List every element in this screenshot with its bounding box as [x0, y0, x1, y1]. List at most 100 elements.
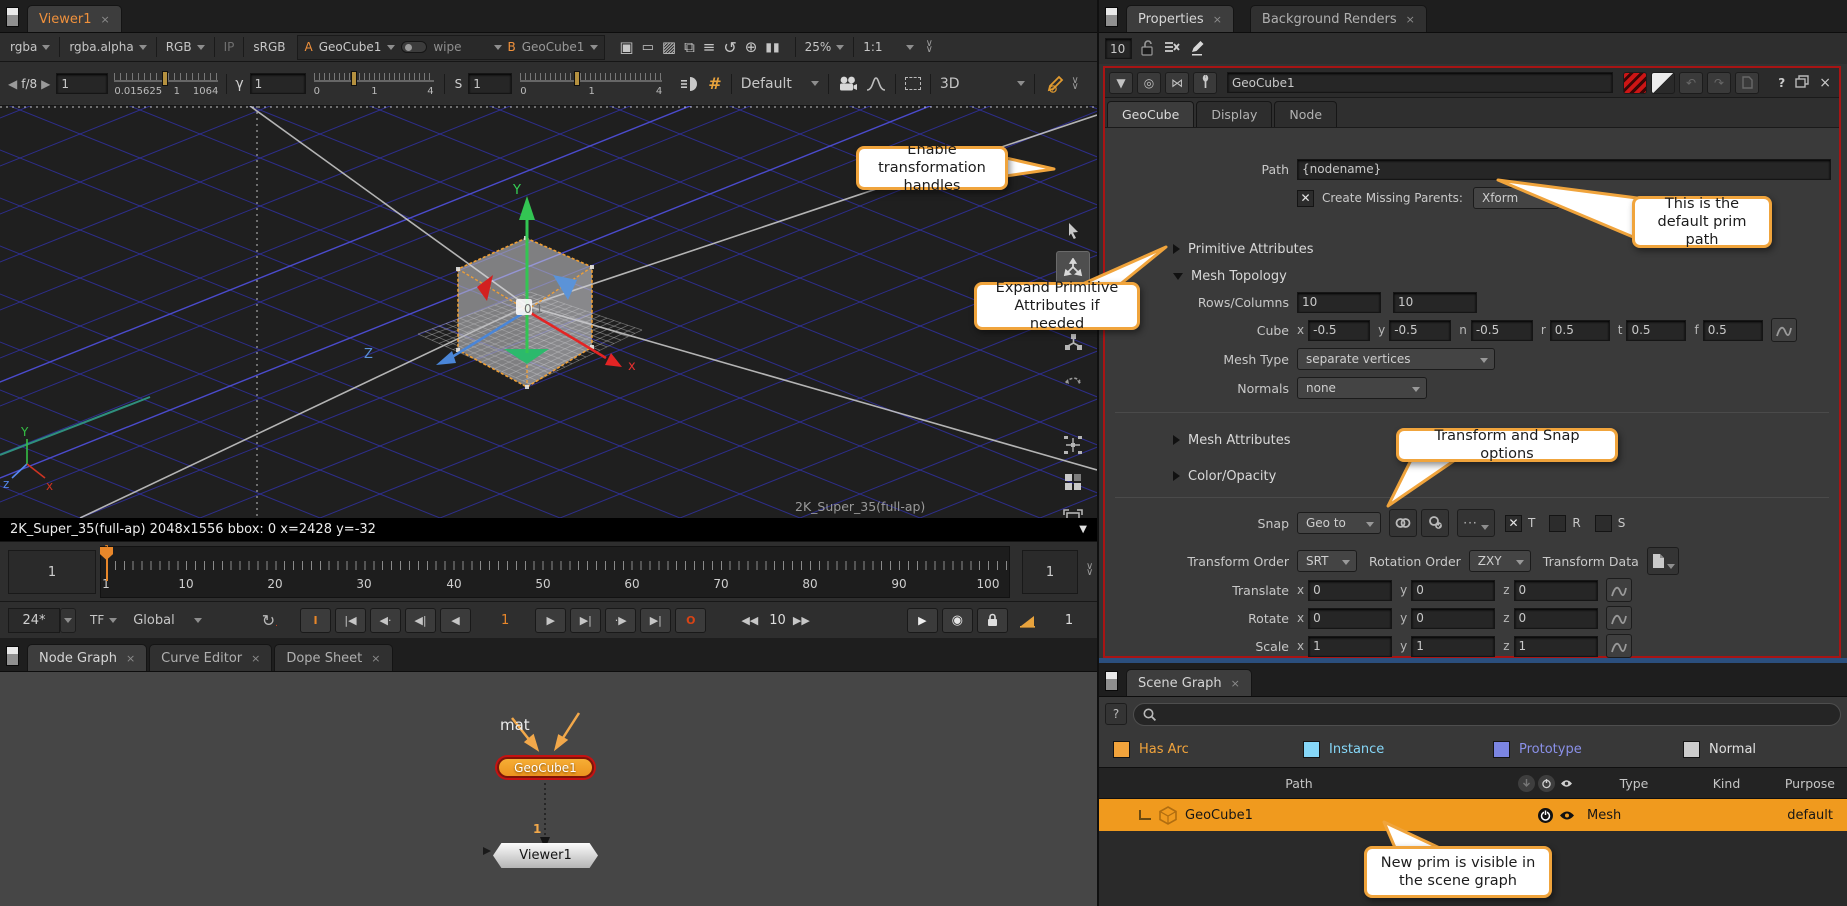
tab-display[interactable]: Display: [1196, 101, 1272, 127]
slider-knob[interactable]: [574, 71, 580, 86]
timeline-chevron-icon[interactable]: ∨∨: [1082, 564, 1097, 576]
gamma-slider[interactable]: 0 1 4: [314, 67, 434, 101]
translate-x-input[interactable]: [1308, 580, 1392, 601]
zebra-clipping-icon[interactable]: ▨: [658, 36, 680, 58]
transform-order-dropdown[interactable]: SRT: [1297, 550, 1357, 572]
tab-scene-graph[interactable]: Scene Graph×: [1126, 669, 1252, 696]
column-kind[interactable]: Kind: [1689, 776, 1764, 791]
color-sample-eyedropper-icon[interactable]: i: [1040, 73, 1068, 95]
snap-translate-checkbox[interactable]: ✕: [1505, 515, 1522, 532]
next-frame-button[interactable]: ▶|: [570, 608, 601, 633]
cube-f-input[interactable]: [1703, 320, 1763, 341]
close-icon[interactable]: ×: [1406, 13, 1415, 26]
vertex-select-tool[interactable]: [1056, 428, 1090, 462]
mesh-topology-group[interactable]: Mesh Topology: [1111, 264, 1831, 288]
rotation-order-dropdown[interactable]: ZXY: [1469, 550, 1531, 572]
prev-keyframe-button[interactable]: ◀·: [370, 608, 401, 633]
center-node-icon[interactable]: ◎: [1137, 72, 1161, 94]
saturation-slider[interactable]: 0 1 4: [520, 67, 662, 101]
tab-viewer1[interactable]: Viewer1 ×: [27, 5, 122, 32]
snap-options-dropdown[interactable]: ···: [1457, 509, 1495, 537]
translate-z-input[interactable]: [1514, 580, 1598, 601]
tab-properties[interactable]: Properties×: [1126, 5, 1234, 32]
timeline-mode-dropdown[interactable]: TF: [86, 611, 121, 629]
scale-x-input[interactable]: [1308, 636, 1392, 657]
zoom-level-dropdown[interactable]: 25%: [801, 38, 849, 56]
srgb-lut-button[interactable]: sRGB: [249, 38, 289, 56]
frame-step-input[interactable]: 10: [769, 613, 786, 628]
range-mode-dropdown[interactable]: Global: [129, 611, 205, 630]
animation-curve-icon[interactable]: [1771, 318, 1797, 342]
float-panel-icon[interactable]: [1795, 75, 1809, 91]
view-mode-dropdown[interactable]: 3D: [936, 74, 1029, 94]
play-backward-button[interactable]: ◀: [440, 608, 471, 633]
crop-to-format-icon[interactable]: ▭: [638, 38, 658, 57]
curve-profile-icon[interactable]: [862, 74, 890, 93]
scale-y-input[interactable]: [1411, 636, 1495, 657]
pane-layout-icon[interactable]: [6, 646, 19, 666]
gl-color-swatch[interactable]: [1651, 72, 1675, 94]
hide-input-icon[interactable]: ⋈: [1165, 72, 1189, 94]
activate-icon[interactable]: [1537, 807, 1554, 824]
visibility-icon[interactable]: [1558, 775, 1575, 792]
close-icon[interactable]: ×: [1231, 677, 1240, 690]
face-select-tool[interactable]: [1056, 465, 1090, 499]
cube-n-input[interactable]: [1471, 320, 1533, 341]
minimize-panel-icon[interactable]: ▼: [1109, 72, 1133, 94]
loop-mode-icon[interactable]: ↻.: [262, 611, 278, 630]
column-type[interactable]: Type: [1579, 776, 1689, 791]
fps-input[interactable]: 24*: [8, 608, 60, 633]
lighting-dropdown[interactable]: Default: [737, 74, 823, 94]
path-input[interactable]: [1297, 159, 1831, 180]
node-color-swatch[interactable]: [1623, 72, 1647, 94]
animation-curve-icon[interactable]: [1606, 634, 1632, 658]
tab-geocube[interactable]: GeoCube: [1107, 101, 1194, 127]
close-icon[interactable]: ×: [126, 652, 135, 665]
create-missing-parents-checkbox[interactable]: ✕: [1297, 190, 1314, 207]
scale-z-input[interactable]: [1514, 636, 1598, 657]
transform-data-button[interactable]: [1647, 547, 1679, 575]
lock-panels-icon[interactable]: [1140, 39, 1155, 59]
play-forward-button[interactable]: ▶: [535, 608, 566, 633]
goto-end-button[interactable]: ▶|: [640, 608, 671, 633]
step-back-button[interactable]: ◀◀: [734, 608, 765, 633]
camera-icon[interactable]: [834, 74, 862, 94]
redo-icon[interactable]: ↷: [1707, 72, 1731, 94]
rotate-x-input[interactable]: [1308, 608, 1392, 629]
undo-icon[interactable]: ↶: [1679, 72, 1703, 94]
pixel-aspect-dropdown[interactable]: 1:1: [859, 38, 917, 56]
more-tools-chevron-icon[interactable]: ∨∨: [922, 41, 937, 53]
refresh-icon[interactable]: ↺: [719, 36, 740, 59]
column-purpose[interactable]: Purpose: [1764, 776, 1847, 791]
gamma-input[interactable]: [250, 73, 306, 94]
visibility-icon[interactable]: [1558, 807, 1575, 824]
cube-t-input[interactable]: [1626, 320, 1686, 341]
set-out-point-button[interactable]: O: [675, 608, 706, 633]
alpha-channel-dropdown[interactable]: rgba.alpha: [65, 38, 150, 56]
pane-layout-icon[interactable]: [1105, 7, 1118, 27]
b-buffer-dropdown[interactable]: GeoCube1: [522, 40, 585, 54]
layer-menu-icon[interactable]: ≡: [699, 36, 720, 58]
flipbook-button[interactable]: ▶: [907, 608, 938, 633]
goto-start-button[interactable]: |◀: [335, 608, 366, 633]
activate-icon[interactable]: [1538, 775, 1555, 792]
next-keyframe-button[interactable]: ·▶: [605, 608, 636, 633]
cube-x-input[interactable]: [1308, 320, 1370, 341]
max-panels-input[interactable]: [1105, 38, 1132, 59]
skew-tool[interactable]: [1056, 362, 1090, 396]
set-in-point-button[interactable]: I: [300, 608, 331, 633]
lock-range-button[interactable]: [977, 608, 1008, 633]
columns-input[interactable]: [1393, 292, 1477, 313]
headlamp-icon[interactable]: [676, 74, 704, 94]
cube-y-input[interactable]: [1389, 320, 1451, 341]
wrench-icon[interactable]: [1193, 72, 1217, 94]
tab-background-renders[interactable]: Background Renders×: [1250, 5, 1427, 32]
marquee-select-icon[interactable]: [901, 75, 925, 92]
node-name-input[interactable]: [1227, 72, 1613, 93]
animation-curve-icon[interactable]: [1606, 578, 1632, 602]
frame-ruler[interactable]: 1 10 20 30 40 50 60 70 80 90 100 1: [100, 546, 1010, 598]
parent-type-dropdown[interactable]: Xform: [1473, 187, 1559, 209]
expander-icon[interactable]: [1173, 435, 1180, 445]
prev-frame-button[interactable]: ◀|: [405, 608, 436, 633]
chevron-down-icon[interactable]: [494, 45, 502, 50]
